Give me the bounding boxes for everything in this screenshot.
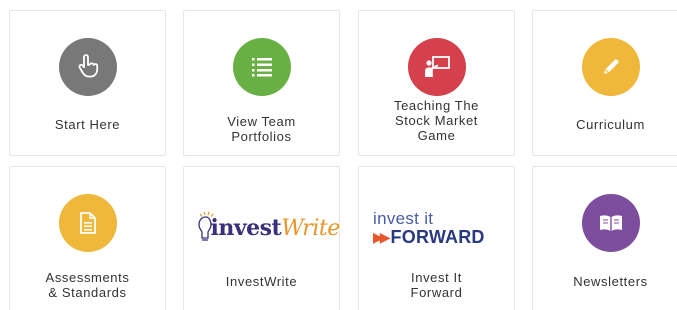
list-icon: [250, 56, 274, 78]
label-line: Invest It: [411, 270, 462, 285]
label-line: Start Here: [54, 117, 121, 132]
teaching-icon-circle: [407, 38, 466, 96]
investwrite-label: InvestWrite: [190, 274, 333, 289]
newsletters-label: Newsletters: [539, 274, 677, 289]
curriculum-tile[interactable]: Curriculum: [532, 10, 677, 156]
start-here-tile[interactable]: Start Here: [9, 10, 166, 156]
curriculum-icon-circle: [581, 38, 640, 96]
label-line: & Standards: [48, 285, 127, 300]
curriculum-label: Curriculum: [539, 117, 677, 132]
assessments-icon-circle: [58, 194, 117, 252]
label-line: Curriculum: [576, 117, 645, 132]
invest-it-forward-logo-forward: FORWARD: [390, 227, 485, 247]
resource-tile-grid: Start Here View Team Portfolios Teaching…: [0, 0, 677, 310]
investwrite-wordmark-main: invest: [210, 215, 282, 241]
label-line: Portfolios: [231, 129, 292, 144]
teaching-the-stock-market-game-label: Teaching The Stock Market Game: [365, 98, 508, 143]
assessments-standards-tile[interactable]: Assessments & Standards: [9, 166, 166, 310]
investwrite-logo: investWrite: [197, 211, 340, 247]
investwrite-wordmark: investWrite: [210, 215, 341, 241]
invest-it-forward-tile[interactable]: invest it ▶▶ FORWARD Invest It Forward: [358, 166, 515, 310]
label-line: Teaching The: [393, 98, 480, 113]
view-team-portfolios-tile[interactable]: View Team Portfolios: [183, 10, 340, 156]
pencil-icon: [600, 56, 622, 78]
label-line: View Team: [227, 114, 296, 129]
label-line: InvestWrite: [225, 274, 298, 289]
start-here-icon-circle: [58, 38, 117, 96]
view-team-portfolios-icon-circle: [232, 38, 291, 96]
label-line: Stock Market: [394, 113, 479, 128]
start-here-label: Start Here: [16, 117, 159, 132]
fast-forward-icon: ▶▶: [373, 229, 390, 246]
label-line: Assessments: [45, 270, 130, 285]
label-line: Forward: [410, 285, 463, 300]
invest-it-forward-logo-top: invest it: [373, 209, 434, 228]
investwrite-wordmark-script: Write: [281, 216, 340, 241]
presenter-board-icon: [423, 55, 451, 79]
newsletters-icon-circle: [581, 194, 640, 252]
assessments-standards-label: Assessments & Standards: [16, 270, 159, 300]
invest-it-forward-logo-bottom: ▶▶ FORWARD: [373, 227, 485, 248]
pointing-hand-icon: [76, 54, 100, 80]
investwrite-tile[interactable]: investWrite InvestWrite: [183, 166, 340, 310]
dashboard-page: Start Here View Team Portfolios Teaching…: [0, 0, 677, 310]
teaching-the-stock-market-game-tile[interactable]: Teaching The Stock Market Game: [358, 10, 515, 156]
document-icon: [78, 211, 98, 235]
invest-it-forward-label: Invest It Forward: [365, 270, 508, 300]
open-book-icon: [598, 212, 624, 234]
label-line: Newsletters: [573, 274, 648, 289]
label-line: Game: [417, 128, 456, 143]
view-team-portfolios-label: View Team Portfolios: [190, 114, 333, 144]
newsletters-tile[interactable]: Newsletters: [532, 166, 677, 310]
invest-it-forward-logo: invest it ▶▶ FORWARD: [373, 209, 513, 247]
